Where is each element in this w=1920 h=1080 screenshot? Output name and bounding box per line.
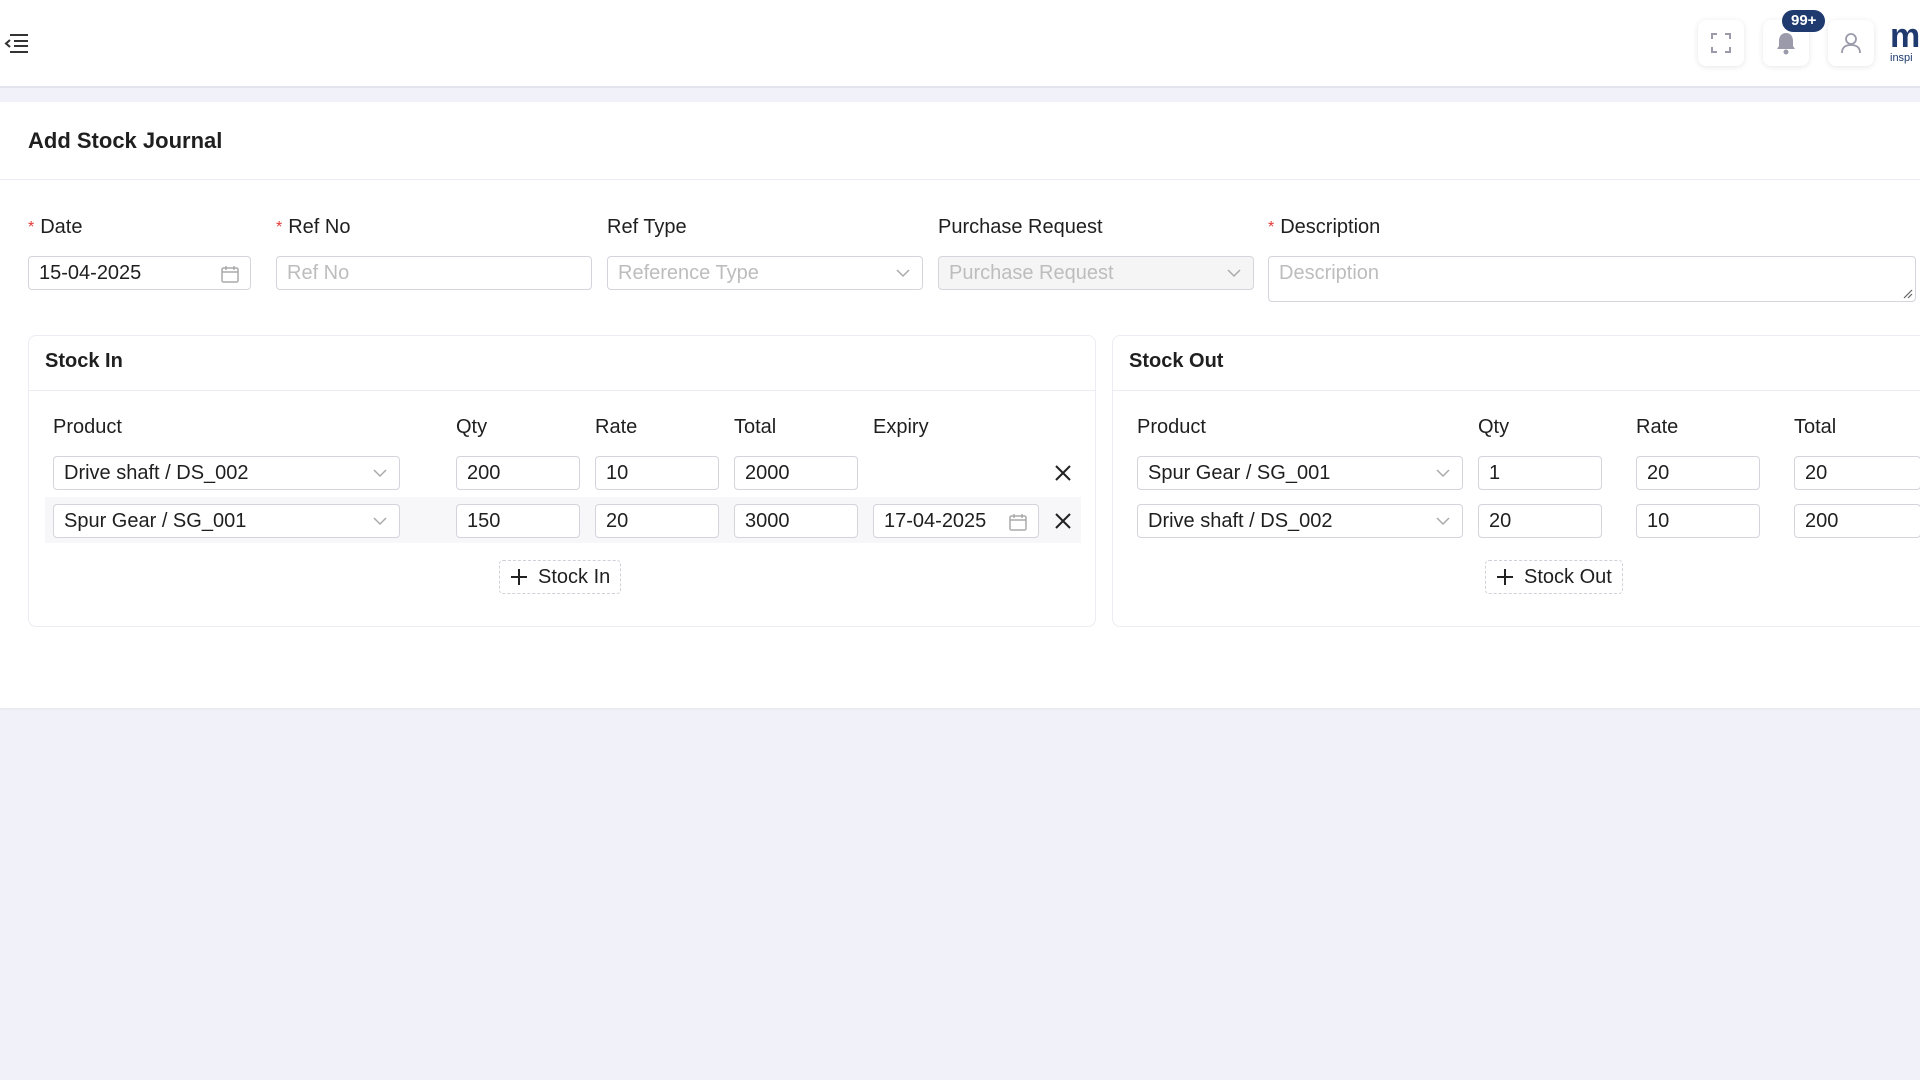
col-total: Total: [1794, 416, 1837, 438]
stock-in-total-input[interactable]: 3000: [734, 504, 858, 538]
bell-icon: [1777, 33, 1795, 55]
resize-handle-icon[interactable]: [1903, 289, 1913, 299]
col-product: Product: [1137, 416, 1206, 438]
description-placeholder: Description: [1279, 262, 1380, 284]
stock-out-panel: Stock Out Product Qty Rate Total Spur Ge…: [1112, 335, 1920, 627]
fullscreen-button[interactable]: [1698, 20, 1744, 66]
description-label: * Description: [1268, 216, 1380, 239]
stock-in-title: Stock In: [45, 350, 123, 372]
close-icon[interactable]: [1054, 464, 1072, 482]
chevron-down-icon: [373, 517, 387, 526]
stock-out-qty-input[interactable]: 1: [1478, 456, 1602, 490]
col-rate: Rate: [1636, 416, 1679, 438]
panel-divider: [1113, 390, 1920, 391]
stock-in-rate-input[interactable]: 10: [595, 456, 719, 490]
col-total: Total: [734, 416, 777, 438]
title-divider: [0, 179, 1920, 180]
close-icon[interactable]: [1054, 512, 1072, 530]
plus-icon: [1497, 569, 1513, 585]
ref-no-label-text: Ref No: [288, 216, 351, 238]
user-menu-button[interactable]: [1828, 20, 1874, 66]
ref-no-label: * Ref No: [276, 216, 350, 239]
stock-in-product-select[interactable]: Drive shaft / DS_002: [53, 456, 400, 490]
stock-out-product-select[interactable]: Spur Gear / SG_001: [1137, 456, 1463, 490]
chevron-down-icon: [373, 469, 387, 478]
required-marker: *: [276, 219, 283, 236]
expiry-value: 17-04-2025: [884, 510, 987, 532]
top-header: 99+ m inspi: [0, 0, 1920, 88]
product-value: Drive shaft / DS_002: [1148, 510, 1333, 532]
ref-type-placeholder: Reference Type: [618, 262, 759, 284]
stock-out-total-input[interactable]: 200: [1794, 504, 1920, 538]
stock-in-qty-input[interactable]: 150: [456, 504, 580, 538]
add-stock-in-label: Stock In: [538, 566, 611, 588]
purchase-request-select[interactable]: Purchase Request: [938, 256, 1254, 290]
ref-no-input[interactable]: [276, 256, 592, 290]
page-title: Add Stock Journal: [28, 128, 223, 153]
date-picker[interactable]: 15-04-2025: [28, 256, 251, 290]
product-value: Spur Gear / SG_001: [64, 510, 247, 532]
plus-icon: [511, 569, 527, 585]
logo-mark: m: [1890, 20, 1920, 55]
col-expiry: Expiry: [873, 416, 929, 438]
calendar-icon: [1009, 514, 1027, 531]
stock-in-panel: Stock In Product Qty Rate Total Expiry D…: [28, 335, 1096, 627]
chevron-down-icon: [1436, 469, 1450, 478]
purchase-request-placeholder: Purchase Request: [949, 262, 1114, 284]
menu-fold-icon[interactable]: [4, 32, 30, 54]
stock-in-total-input[interactable]: 2000: [734, 456, 858, 490]
stock-in-expiry-picker[interactable]: 17-04-2025: [873, 504, 1039, 538]
stock-out-total-input[interactable]: 20: [1794, 456, 1920, 490]
date-label-text: Date: [40, 216, 83, 238]
stock-in-rate-input[interactable]: 20: [595, 504, 719, 538]
product-value: Drive shaft / DS_002: [64, 462, 249, 484]
description-label-text: Description: [1280, 216, 1381, 238]
required-marker: *: [1268, 219, 1275, 236]
purchase-request-label: Purchase Request: [938, 216, 1103, 238]
chevron-down-icon: [1436, 517, 1450, 526]
stock-out-title: Stock Out: [1129, 350, 1224, 372]
stock-in-product-select[interactable]: Spur Gear / SG_001: [53, 504, 400, 538]
add-stock-in-button[interactable]: Stock In: [499, 560, 622, 594]
col-qty: Qty: [1478, 416, 1510, 438]
date-label: * Date: [28, 216, 82, 239]
add-stock-out-label: Stock Out: [1524, 566, 1612, 588]
stock-out-rate-input[interactable]: 20: [1636, 456, 1760, 490]
col-product: Product: [53, 416, 122, 438]
fullscreen-icon: [1711, 33, 1731, 53]
add-stock-out-button[interactable]: Stock Out: [1485, 560, 1623, 594]
panel-divider: [29, 390, 1095, 391]
calendar-icon: [221, 266, 239, 283]
stock-out-rate-input[interactable]: 10: [1636, 504, 1760, 538]
col-qty: Qty: [456, 416, 488, 438]
ref-type-select[interactable]: Reference Type: [607, 256, 923, 290]
stock-out-qty-input[interactable]: 20: [1478, 504, 1602, 538]
user-icon: [1841, 33, 1861, 54]
stock-in-qty-input[interactable]: 200: [456, 456, 580, 490]
date-value: 15-04-2025: [39, 262, 142, 284]
brand-logo[interactable]: m inspi: [1890, 20, 1920, 68]
product-value: Spur Gear / SG_001: [1148, 462, 1331, 484]
chevron-down-icon: [1227, 269, 1241, 278]
ref-type-label: Ref Type: [607, 216, 687, 238]
col-rate: Rate: [595, 416, 638, 438]
notification-badge: 99+: [1782, 10, 1826, 32]
stock-out-product-select[interactable]: Drive shaft / DS_002: [1137, 504, 1463, 538]
required-marker: *: [28, 219, 35, 236]
description-textarea[interactable]: Description: [1268, 256, 1916, 302]
chevron-down-icon: [896, 269, 910, 278]
